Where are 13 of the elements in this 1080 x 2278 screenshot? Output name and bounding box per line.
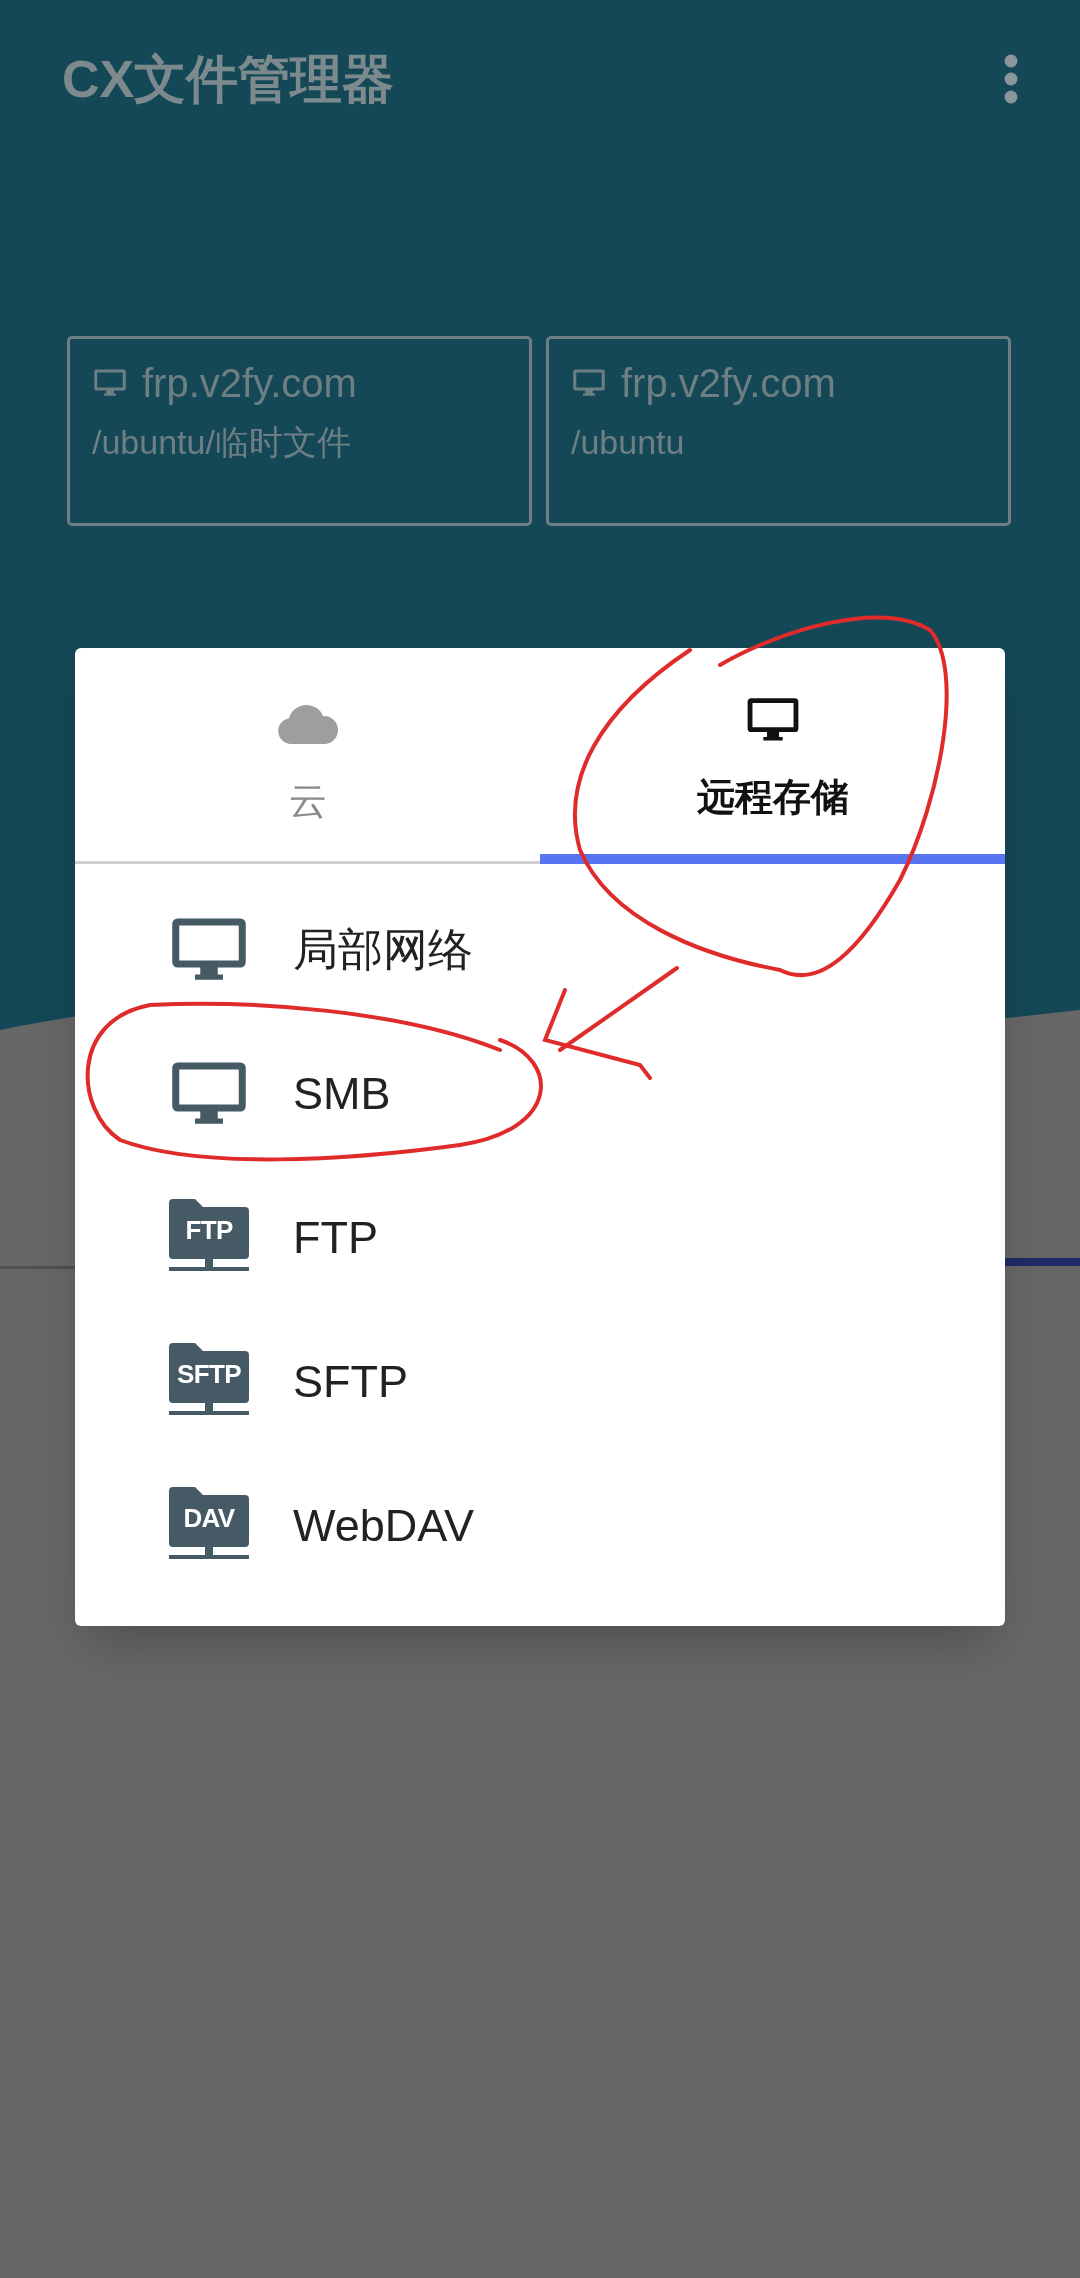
dialog-tab[interactable]: 远程存储 (540, 648, 1005, 864)
storage-option[interactable]: DAV WebDAV (75, 1454, 1005, 1598)
storage-option[interactable]: FTP FTP (75, 1166, 1005, 1310)
location-path: /ubuntu/临时文件 (92, 422, 352, 463)
cloud-icon (276, 703, 339, 744)
location-path: /ubuntu (571, 422, 686, 463)
storage-option[interactable]: SMB (75, 1022, 1005, 1166)
storage-option[interactable]: SFTP SFTP (75, 1310, 1005, 1454)
app-title: CX文件管理器 (62, 49, 395, 110)
storage-option[interactable]: 局部网络 (75, 878, 1005, 1022)
host-name: frp.v2fy.com (142, 360, 357, 407)
more-icon[interactable] (1004, 54, 1018, 104)
host-name: frp.v2fy.com (621, 360, 836, 407)
